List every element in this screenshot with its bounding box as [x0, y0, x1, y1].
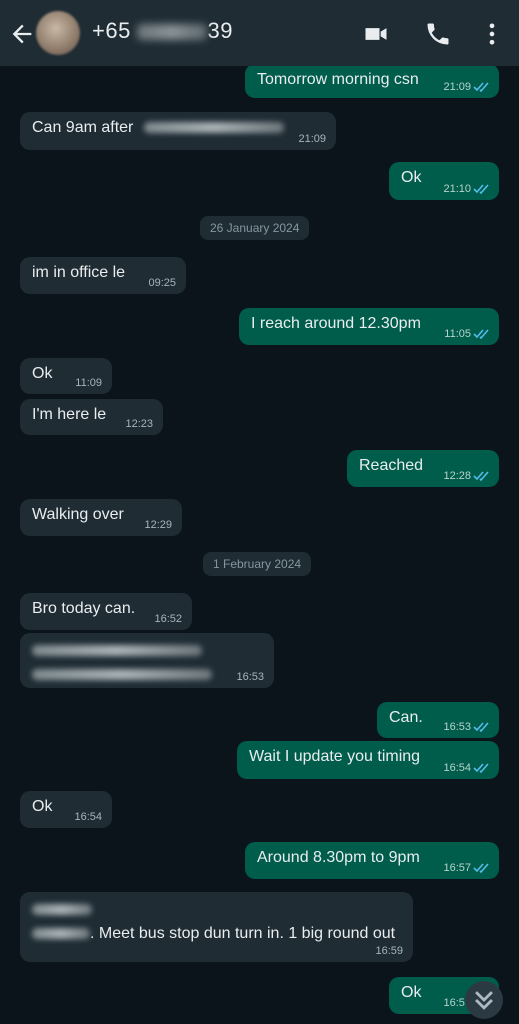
message-bubble-incoming[interactable]: Ok 11:09 [20, 358, 112, 394]
message-time: 16:54 [74, 811, 102, 823]
message-text: . Meet bus stop dun turn in. 1 big round… [90, 925, 396, 942]
message-text: Ok [401, 984, 422, 1001]
message-bubble-incoming[interactable]: Can 9am after 21:09 [20, 112, 336, 150]
message-time: 16:53 [443, 721, 471, 733]
message-time: 16:52 [154, 613, 182, 625]
more-options-icon[interactable] [478, 20, 506, 48]
message-bubble-incoming[interactable]: im in office le 09:25 [20, 257, 186, 294]
redacted-text [143, 122, 284, 134]
date-separator: 1 February 2024 [203, 552, 312, 576]
redacted-number [137, 24, 208, 41]
avatar[interactable] [36, 11, 80, 55]
message-text: I'm here le [32, 406, 107, 423]
message-bubble-outgoing[interactable]: Reached 12:28 [347, 450, 499, 487]
message-time: 09:25 [148, 277, 176, 289]
message-time: 16:59 [375, 945, 403, 957]
message-time: 12:28 [443, 470, 471, 482]
message-time: 16:57 [443, 862, 471, 874]
message-time: 16:53 [236, 671, 264, 683]
redacted-text [32, 928, 90, 940]
message-text: Ok [32, 798, 53, 815]
message-bubble-outgoing[interactable]: Wait I update you timing 16:54 [237, 741, 499, 779]
video-call-icon[interactable] [362, 20, 390, 48]
message-text: Wait I update you timing [249, 748, 421, 765]
message-text: Bro today can. [32, 600, 136, 617]
chat-header: +65 39 [0, 0, 519, 66]
message-text: Walking over [32, 506, 124, 523]
phone-icon[interactable] [424, 20, 452, 48]
message-time: 21:09 [443, 81, 471, 93]
message-text: im in office le [32, 264, 126, 281]
message-bubble-incoming[interactable]: Ok 16:54 [20, 791, 112, 828]
message-time: 11:09 [75, 377, 102, 389]
message-text: Can 9am after [32, 119, 134, 136]
contact-number-prefix: +65 [92, 18, 131, 43]
message-bubble-outgoing[interactable]: Around 8.30pm to 9pm 16:57 [245, 842, 499, 879]
message-text: Around 8.30pm to 9pm [257, 849, 420, 866]
message-text: Ok [401, 169, 422, 186]
message-bubble-outgoing[interactable]: Ok 21:10 [389, 162, 499, 200]
message-time: 21:09 [298, 133, 326, 145]
message-bubble-incoming[interactable]: I'm here le 12:23 [20, 399, 163, 435]
message-bubble-incoming[interactable]: 16:53 [20, 633, 274, 688]
message-time: 21:10 [443, 183, 471, 195]
read-ticks-icon [473, 184, 489, 194]
redacted-text [32, 904, 92, 916]
message-text: Reached [359, 457, 424, 474]
message-text: I reach around 12.30pm [251, 315, 421, 332]
message-time: 11:05 [444, 328, 471, 340]
redacted-text [32, 669, 212, 681]
read-ticks-icon [473, 763, 489, 773]
message-text: Tomorrow morning csn [257, 71, 419, 88]
contact-name[interactable]: +65 39 [92, 18, 233, 44]
message-bubble-incoming[interactable]: . Meet bus stop dun turn in. 1 big round… [20, 892, 413, 962]
redacted-text [32, 645, 202, 657]
read-ticks-icon [473, 722, 489, 732]
message-bubble-outgoing[interactable]: Tomorrow morning csn 21:09 [245, 66, 499, 98]
read-ticks-icon [473, 82, 489, 92]
read-ticks-icon [473, 471, 489, 481]
read-ticks-icon [473, 329, 489, 339]
message-time: 12:23 [125, 418, 153, 430]
message-bubble-incoming[interactable]: Bro today can. 16:52 [20, 593, 192, 630]
message-time: 12:29 [144, 519, 172, 531]
message-bubble-outgoing[interactable]: I reach around 12.30pm 11:05 [239, 308, 499, 345]
message-time: 16:54 [443, 762, 471, 774]
message-bubble-incoming[interactable]: Walking over 12:29 [20, 499, 182, 536]
message-text: Can. [389, 709, 423, 726]
message-bubble-outgoing[interactable]: Can. 16:53 [377, 702, 499, 738]
read-ticks-icon [473, 863, 489, 873]
message-text: Ok [32, 365, 53, 382]
contact-number-suffix: 39 [207, 18, 233, 43]
date-separator: 26 January 2024 [200, 216, 310, 240]
scroll-to-bottom-button[interactable] [465, 981, 503, 1019]
chat-area[interactable]: Tomorrow morning csn 21:09 Can 9am after… [0, 66, 519, 1023]
back-arrow-icon[interactable] [8, 20, 36, 48]
scroll-down-icon [475, 991, 493, 1010]
